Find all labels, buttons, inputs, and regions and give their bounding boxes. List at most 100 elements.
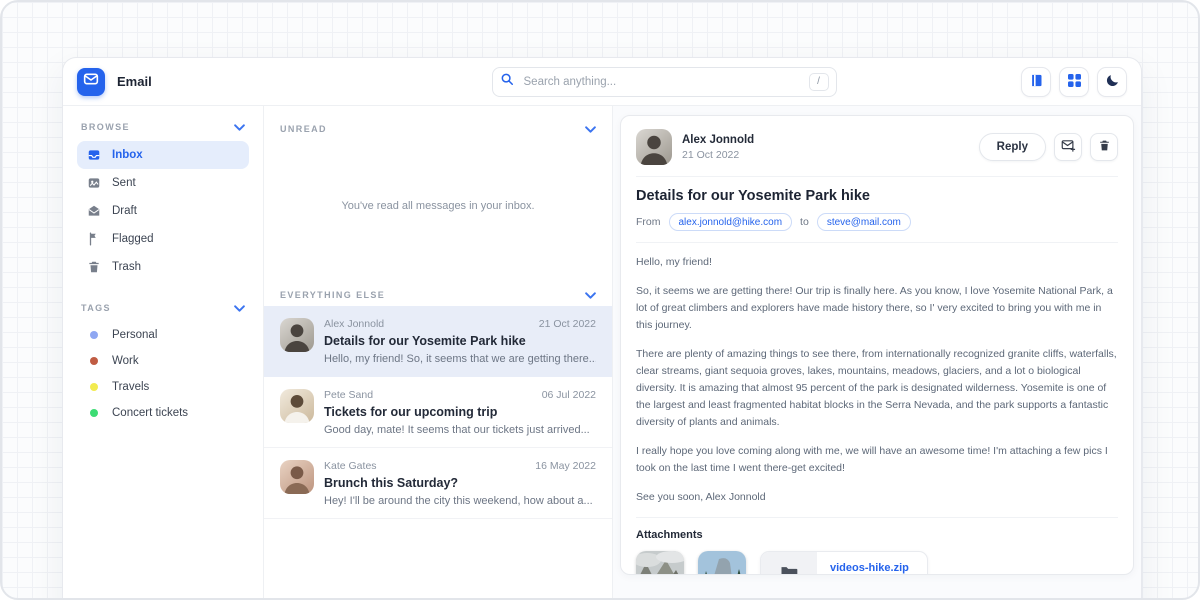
body-paragraph: Hello, my friend! (636, 254, 1118, 271)
email-date: 21 Oct 2022 (539, 318, 596, 330)
attachment-photo-half-dome[interactable] (698, 551, 746, 575)
body-paragraph: So, it seems we are getting there! Our t… (636, 283, 1118, 334)
book-icon (1029, 73, 1044, 91)
brand: Email (77, 68, 307, 96)
trash-icon (87, 260, 101, 274)
email-subject: Tickets for our upcoming trip (324, 405, 596, 419)
avatar-kate (280, 460, 314, 494)
search-shortcut-key: / (809, 73, 829, 91)
email-list-item-kate[interactable]: Kate Gates 16 May 2022 Brunch this Satur… (264, 448, 612, 519)
body-paragraph: See you soon, Alex Jonnold (636, 489, 1118, 506)
everything-else-label: Everything else (280, 290, 385, 300)
file-meta: videos-hike.zip 100 MB (817, 552, 927, 575)
message-list-column: Unread You've read all messages in your … (263, 106, 613, 600)
browse-section-header: Browse (77, 122, 249, 132)
from-email-chip[interactable]: alex.jonnold@hike.com (669, 213, 793, 231)
sidebar-item-label: Flagged (112, 233, 154, 245)
email-list-item-alex[interactable]: Alex Jonnold 21 Oct 2022 Details for our… (264, 306, 612, 377)
email-preview: Hey! I'll be around the city this weeken… (324, 495, 596, 507)
grid-icon (1068, 74, 1081, 90)
search-bar[interactable]: / (492, 67, 837, 97)
sidebar: Browse Inbox (63, 106, 263, 600)
everything-else-collapse-chevron-icon[interactable] (585, 292, 596, 299)
unread-section-header: Unread (264, 106, 612, 140)
to-label: to (800, 216, 809, 228)
tag-item-work[interactable]: Work (77, 348, 249, 374)
envelope-logo-icon (83, 71, 99, 92)
book-button[interactable] (1021, 67, 1051, 97)
tag-dot-concert-tickets (90, 409, 98, 417)
attachment-file-card[interactable]: videos-hike.zip 100 MB (760, 551, 928, 575)
page-background: Email / (0, 0, 1200, 600)
tag-dot-travels (90, 383, 98, 391)
sidebar-item-flagged[interactable]: Flagged (77, 225, 249, 253)
tag-label: Concert tickets (112, 407, 188, 419)
tag-item-travels[interactable]: Travels (77, 374, 249, 400)
sent-icon (87, 176, 101, 190)
mail-plus-icon (1061, 138, 1076, 156)
search-input[interactable] (522, 75, 801, 89)
tag-item-concert-tickets[interactable]: Concert tickets (77, 400, 249, 426)
dark-mode-button[interactable] (1097, 67, 1127, 97)
body-paragraph: There are plenty of amazing things to se… (636, 346, 1118, 431)
email-list: Alex Jonnold 21 Oct 2022 Details for our… (264, 306, 612, 519)
body-paragraph: I really hope you love coming along with… (636, 443, 1118, 477)
from-label: From (636, 216, 661, 228)
unread-label: Unread (280, 124, 327, 134)
sidebar-item-draft[interactable]: Draft (77, 197, 249, 225)
tags-section: Tags Personal Work (77, 303, 249, 426)
email-sender: Alex Jonnold (324, 318, 384, 330)
email-body: Hello, my friend! So, it seems we are ge… (636, 254, 1118, 506)
sidebar-item-trash[interactable]: Trash (77, 253, 249, 281)
app-header: Email / (63, 58, 1141, 106)
divider (636, 242, 1118, 243)
tag-label: Work (112, 355, 139, 367)
app-title: Email (117, 74, 152, 89)
sidebar-item-inbox[interactable]: Inbox (77, 141, 249, 169)
email-list-item-pete[interactable]: Pete Sand 06 Jul 2022 Tickets for our up… (264, 377, 612, 448)
email-date: 06 Jul 2022 (542, 389, 596, 401)
flag-icon (87, 232, 101, 246)
tag-dot-work (90, 357, 98, 365)
everything-else-section-header: Everything else (264, 272, 612, 306)
sidebar-item-label: Sent (112, 177, 136, 189)
moon-icon (1105, 73, 1120, 91)
tags-collapse-chevron-icon[interactable] (234, 305, 245, 312)
tags-nav: Personal Work Travels Concert ticke (77, 322, 249, 426)
file-icon-box (761, 552, 817, 575)
detail-header: Alex Jonnold 21 Oct 2022 Reply (636, 129, 1118, 165)
detail-actions: Reply (979, 133, 1118, 161)
tags-section-header: Tags (77, 303, 249, 313)
to-email-chip[interactable]: steve@mail.com (817, 213, 911, 231)
email-sender: Pete Sand (324, 389, 373, 401)
reply-button[interactable]: Reply (979, 133, 1046, 161)
divider (636, 176, 1118, 177)
tags-label: Tags (81, 303, 111, 313)
delete-button[interactable] (1090, 133, 1118, 161)
email-preview: Hello, my friend! So, it seems that we a… (324, 353, 596, 365)
apps-grid-button[interactable] (1059, 67, 1089, 97)
divider (636, 517, 1118, 518)
email-app-window: Email / (62, 57, 1142, 600)
tag-label: Personal (112, 329, 157, 341)
from-to-row: From alex.jonnold@hike.com to steve@mail… (636, 213, 1118, 231)
header-actions (1021, 67, 1127, 97)
attachments-row: videos-hike.zip 100 MB (636, 551, 1118, 575)
sidebar-item-sent[interactable]: Sent (77, 169, 249, 197)
sidebar-item-label: Inbox (112, 149, 143, 161)
unread-collapse-chevron-icon[interactable] (585, 126, 596, 133)
email-detail-pane: Alex Jonnold 21 Oct 2022 Reply (613, 106, 1141, 600)
forward-mail-button[interactable] (1054, 133, 1082, 161)
avatar-pete (280, 389, 314, 423)
email-detail-card: Alex Jonnold 21 Oct 2022 Reply (620, 115, 1134, 575)
browse-nav: Inbox Sent Draft (77, 141, 249, 281)
unread-empty-message: You've read all messages in your inbox. (264, 140, 612, 272)
folder-icon (779, 563, 799, 576)
avatar-alex (636, 129, 672, 165)
sidebar-item-label: Draft (112, 205, 137, 217)
browse-collapse-chevron-icon[interactable] (234, 124, 245, 131)
attachment-photo-valley[interactable] (636, 551, 684, 575)
attachments-label: Attachments (636, 529, 1118, 541)
tag-item-personal[interactable]: Personal (77, 322, 249, 348)
email-date: 16 May 2022 (535, 460, 596, 472)
